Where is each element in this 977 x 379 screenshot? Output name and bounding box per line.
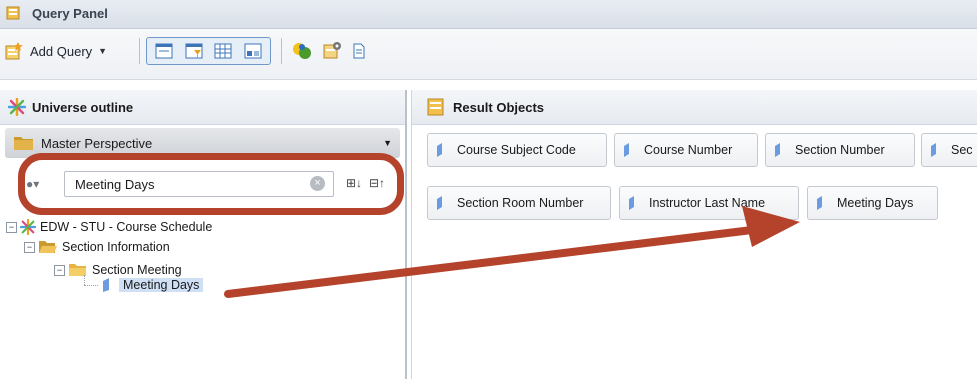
annotation-arrow (224, 206, 800, 298)
